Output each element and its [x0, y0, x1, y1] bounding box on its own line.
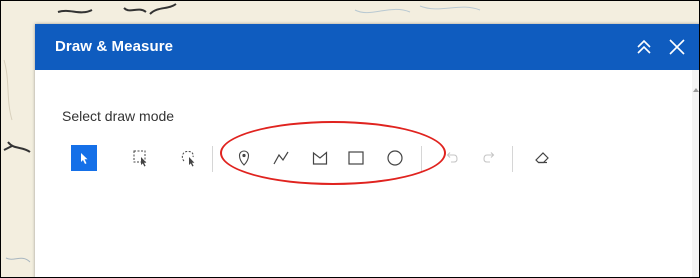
rectangle-tool[interactable]	[343, 145, 369, 171]
rectangle-select-icon	[133, 150, 147, 167]
collapse-up-icon[interactable]	[632, 35, 656, 59]
close-icon[interactable]	[665, 35, 689, 59]
circle-icon	[387, 150, 403, 166]
polygon-icon	[312, 151, 328, 165]
circle-tool[interactable]	[382, 145, 408, 171]
redo-icon	[483, 152, 495, 163]
undo-tool[interactable]	[439, 145, 465, 171]
panel-body: Select draw mode	[35, 70, 700, 278]
lasso-select-icon	[181, 150, 195, 167]
polygon-tool[interactable]	[307, 145, 333, 171]
undo-icon	[446, 152, 458, 163]
redo-tool[interactable]	[476, 145, 502, 171]
scroll-up-icon[interactable]	[692, 82, 700, 92]
eraser-tool[interactable]	[529, 145, 555, 171]
polyline-icon	[273, 151, 289, 165]
eraser-icon	[535, 152, 549, 164]
draw-measure-panel: Draw & Measure Select draw mode	[35, 24, 700, 278]
select-cursor-icon	[81, 153, 88, 164]
toolbar-divider	[212, 146, 213, 172]
point-tool[interactable]	[231, 145, 257, 171]
panel-header: Draw & Measure	[35, 24, 700, 70]
rectangle-icon	[348, 151, 364, 165]
panel-title: Draw & Measure	[55, 38, 174, 55]
toolbar-divider	[421, 146, 422, 172]
panel-scrollbar[interactable]	[692, 70, 700, 278]
lasso-select-tool[interactable]	[176, 145, 202, 171]
select-cursor-tool[interactable]	[71, 145, 97, 171]
point-icon	[238, 150, 250, 166]
polyline-tool[interactable]	[268, 145, 294, 171]
rectangle-select-tool[interactable]	[128, 145, 154, 171]
draw-mode-label: Select draw mode	[62, 108, 175, 124]
toolbar-divider	[512, 146, 513, 172]
